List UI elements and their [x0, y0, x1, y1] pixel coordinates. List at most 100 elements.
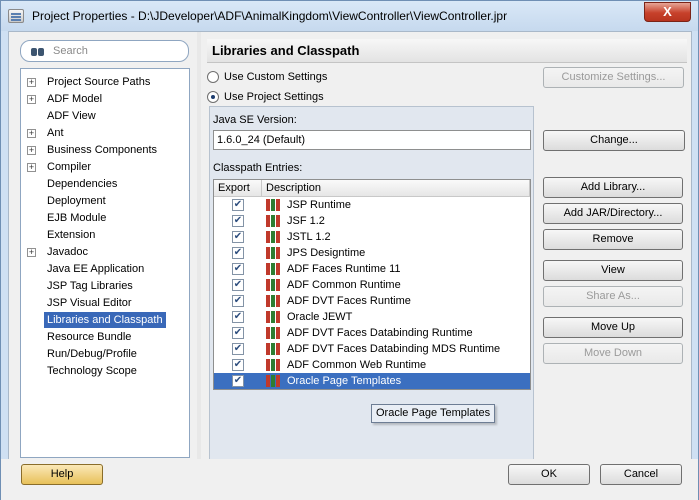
tree-item-label: Technology Scope: [47, 365, 137, 377]
library-icon: [266, 311, 280, 323]
tree-item[interactable]: Run/Debug/Profile: [21, 346, 189, 362]
export-checkbox[interactable]: ✔: [232, 311, 244, 323]
tree-item[interactable]: + Ant: [21, 125, 189, 141]
library-icon: [266, 247, 280, 259]
export-checkbox[interactable]: ✔: [232, 247, 244, 259]
export-checkbox[interactable]: ✔: [232, 327, 244, 339]
app-icon: [8, 9, 24, 23]
classpath-row[interactable]: ✔ Oracle Page Templates: [214, 373, 530, 389]
tree-item[interactable]: Dependencies: [21, 176, 189, 192]
change-button[interactable]: Change...: [543, 130, 685, 151]
classpath-entry-label: ADF Common Runtime: [287, 279, 401, 291]
expand-toggle-icon[interactable]: +: [27, 129, 36, 138]
tree-item[interactable]: JSP Visual Editor: [21, 295, 189, 311]
classpath-row[interactable]: ✔ JSF 1.2: [214, 213, 530, 229]
customize-settings-button[interactable]: Customize Settings...: [543, 67, 684, 88]
export-checkbox[interactable]: ✔: [232, 279, 244, 291]
classpath-entries-label: Classpath Entries:: [213, 162, 303, 174]
classpath-row[interactable]: ✔ ADF DVT Faces Databinding Runtime: [214, 325, 530, 341]
classpath-entry-label: ADF DVT Faces Databinding MDS Runtime: [287, 343, 501, 355]
radio-button-checked[interactable]: [207, 91, 219, 103]
tree-item[interactable]: JSP Tag Libraries: [21, 278, 189, 294]
move-down-button[interactable]: Move Down: [543, 343, 683, 364]
export-checkbox[interactable]: ✔: [232, 215, 244, 227]
expand-toggle-icon[interactable]: +: [27, 248, 36, 257]
classpath-row[interactable]: ✔ JPS Designtime: [214, 245, 530, 261]
expand-toggle-icon[interactable]: +: [27, 163, 36, 172]
column-header-export[interactable]: Export: [214, 180, 262, 197]
page-header: Libraries and Classpath: [207, 39, 687, 63]
tree-item-label: ADF Model: [47, 93, 103, 105]
library-icon: [266, 279, 280, 291]
export-checkbox[interactable]: ✔: [232, 231, 244, 243]
title-bar[interactable]: Project Properties - D:\JDeveloper\ADF\A…: [1, 1, 698, 31]
move-up-button[interactable]: Move Up: [543, 317, 683, 338]
tree-item-label: Libraries and Classpath: [44, 312, 166, 328]
radio-label-project: Use Project Settings: [224, 91, 324, 103]
tree-item-label: JSP Visual Editor: [47, 297, 132, 309]
export-checkbox[interactable]: ✔: [232, 375, 244, 387]
classpath-row[interactable]: ✔ ADF Common Web Runtime: [214, 357, 530, 373]
classpath-row[interactable]: ✔ JSP Runtime: [214, 197, 530, 213]
tree-item[interactable]: Deployment: [21, 193, 189, 209]
tree-item-label: EJB Module: [47, 212, 107, 224]
tree-item[interactable]: Technology Scope: [21, 363, 189, 379]
ok-button[interactable]: OK: [508, 464, 590, 485]
classpath-entry-label: Oracle Page Templates: [287, 375, 402, 387]
library-icon: [266, 199, 280, 211]
pane-splitter[interactable]: [197, 32, 201, 486]
tree-item[interactable]: ADF View: [21, 108, 189, 124]
tree-item[interactable]: EJB Module: [21, 210, 189, 226]
tree-item[interactable]: Java EE Application: [21, 261, 189, 277]
tree-item-label: Dependencies: [47, 178, 118, 190]
tree-item[interactable]: + Project Source Paths: [21, 74, 189, 90]
tree-item-label: Business Components: [47, 144, 158, 156]
tree-item[interactable]: + ADF Model: [21, 91, 189, 107]
classpath-row[interactable]: ✔ ADF DVT Faces Runtime: [214, 293, 530, 309]
close-button[interactable]: X: [644, 2, 691, 22]
column-header-description[interactable]: Description: [262, 180, 530, 197]
tree-item[interactable]: + Business Components: [21, 142, 189, 158]
tree-item[interactable]: Resource Bundle: [21, 329, 189, 345]
radio-button[interactable]: [207, 71, 219, 83]
tree-item[interactable]: + Compiler: [21, 159, 189, 175]
add-library-button[interactable]: Add Library...: [543, 177, 683, 198]
tree-item-label: Compiler: [47, 161, 92, 173]
classpath-row[interactable]: ✔ JSTL 1.2: [214, 229, 530, 245]
help-button[interactable]: Help: [21, 464, 103, 485]
library-icon: [266, 359, 280, 371]
export-checkbox[interactable]: ✔: [232, 263, 244, 275]
classpath-row[interactable]: ✔ ADF Common Runtime: [214, 277, 530, 293]
tree-item-label: Project Source Paths: [47, 76, 151, 88]
row-tooltip: Oracle Page Templates: [371, 404, 496, 423]
classpath-entry-label: ADF DVT Faces Runtime: [287, 295, 411, 307]
cancel-button[interactable]: Cancel: [600, 464, 682, 485]
tree-item[interactable]: Extension: [21, 227, 189, 243]
category-tree[interactable]: + Project Source Paths + ADF Model ADF View +…: [20, 68, 190, 458]
classpath-row[interactable]: ✔ Oracle JEWT: [214, 309, 530, 325]
classpath-row[interactable]: ✔ ADF DVT Faces Databinding MDS Runtime: [214, 341, 530, 357]
page-title: Libraries and Classpath: [212, 43, 360, 58]
library-icon: [266, 231, 280, 243]
search-input[interactable]: Search: [20, 40, 189, 62]
view-button[interactable]: View: [543, 260, 683, 281]
export-checkbox[interactable]: ✔: [232, 295, 244, 307]
library-icon: [266, 263, 280, 275]
tree-item-label: Ant: [47, 127, 64, 139]
tree-item-label: ADF View: [47, 110, 96, 122]
expand-toggle-icon[interactable]: +: [27, 146, 36, 155]
classpath-table[interactable]: Export Description ✔ JSP Runtime ✔ JSF 1.2 ✔…: [213, 179, 531, 390]
tree-item[interactable]: Libraries and Classpath: [21, 312, 189, 328]
export-checkbox[interactable]: ✔: [232, 359, 244, 371]
export-checkbox[interactable]: ✔: [232, 343, 244, 355]
expand-toggle-icon[interactable]: +: [27, 78, 36, 87]
expand-toggle-icon[interactable]: +: [27, 95, 36, 104]
tree-item-label: Javadoc: [47, 246, 88, 258]
binoculars-icon: [31, 45, 45, 57]
remove-button[interactable]: Remove: [543, 229, 683, 250]
tree-item[interactable]: + Javadoc: [21, 244, 189, 260]
add-jar-directory-button[interactable]: Add JAR/Directory...: [543, 203, 683, 224]
classpath-row[interactable]: ✔ ADF Faces Runtime 11: [214, 261, 530, 277]
share-as-button[interactable]: Share As...: [543, 286, 683, 307]
export-checkbox[interactable]: ✔: [232, 199, 244, 211]
